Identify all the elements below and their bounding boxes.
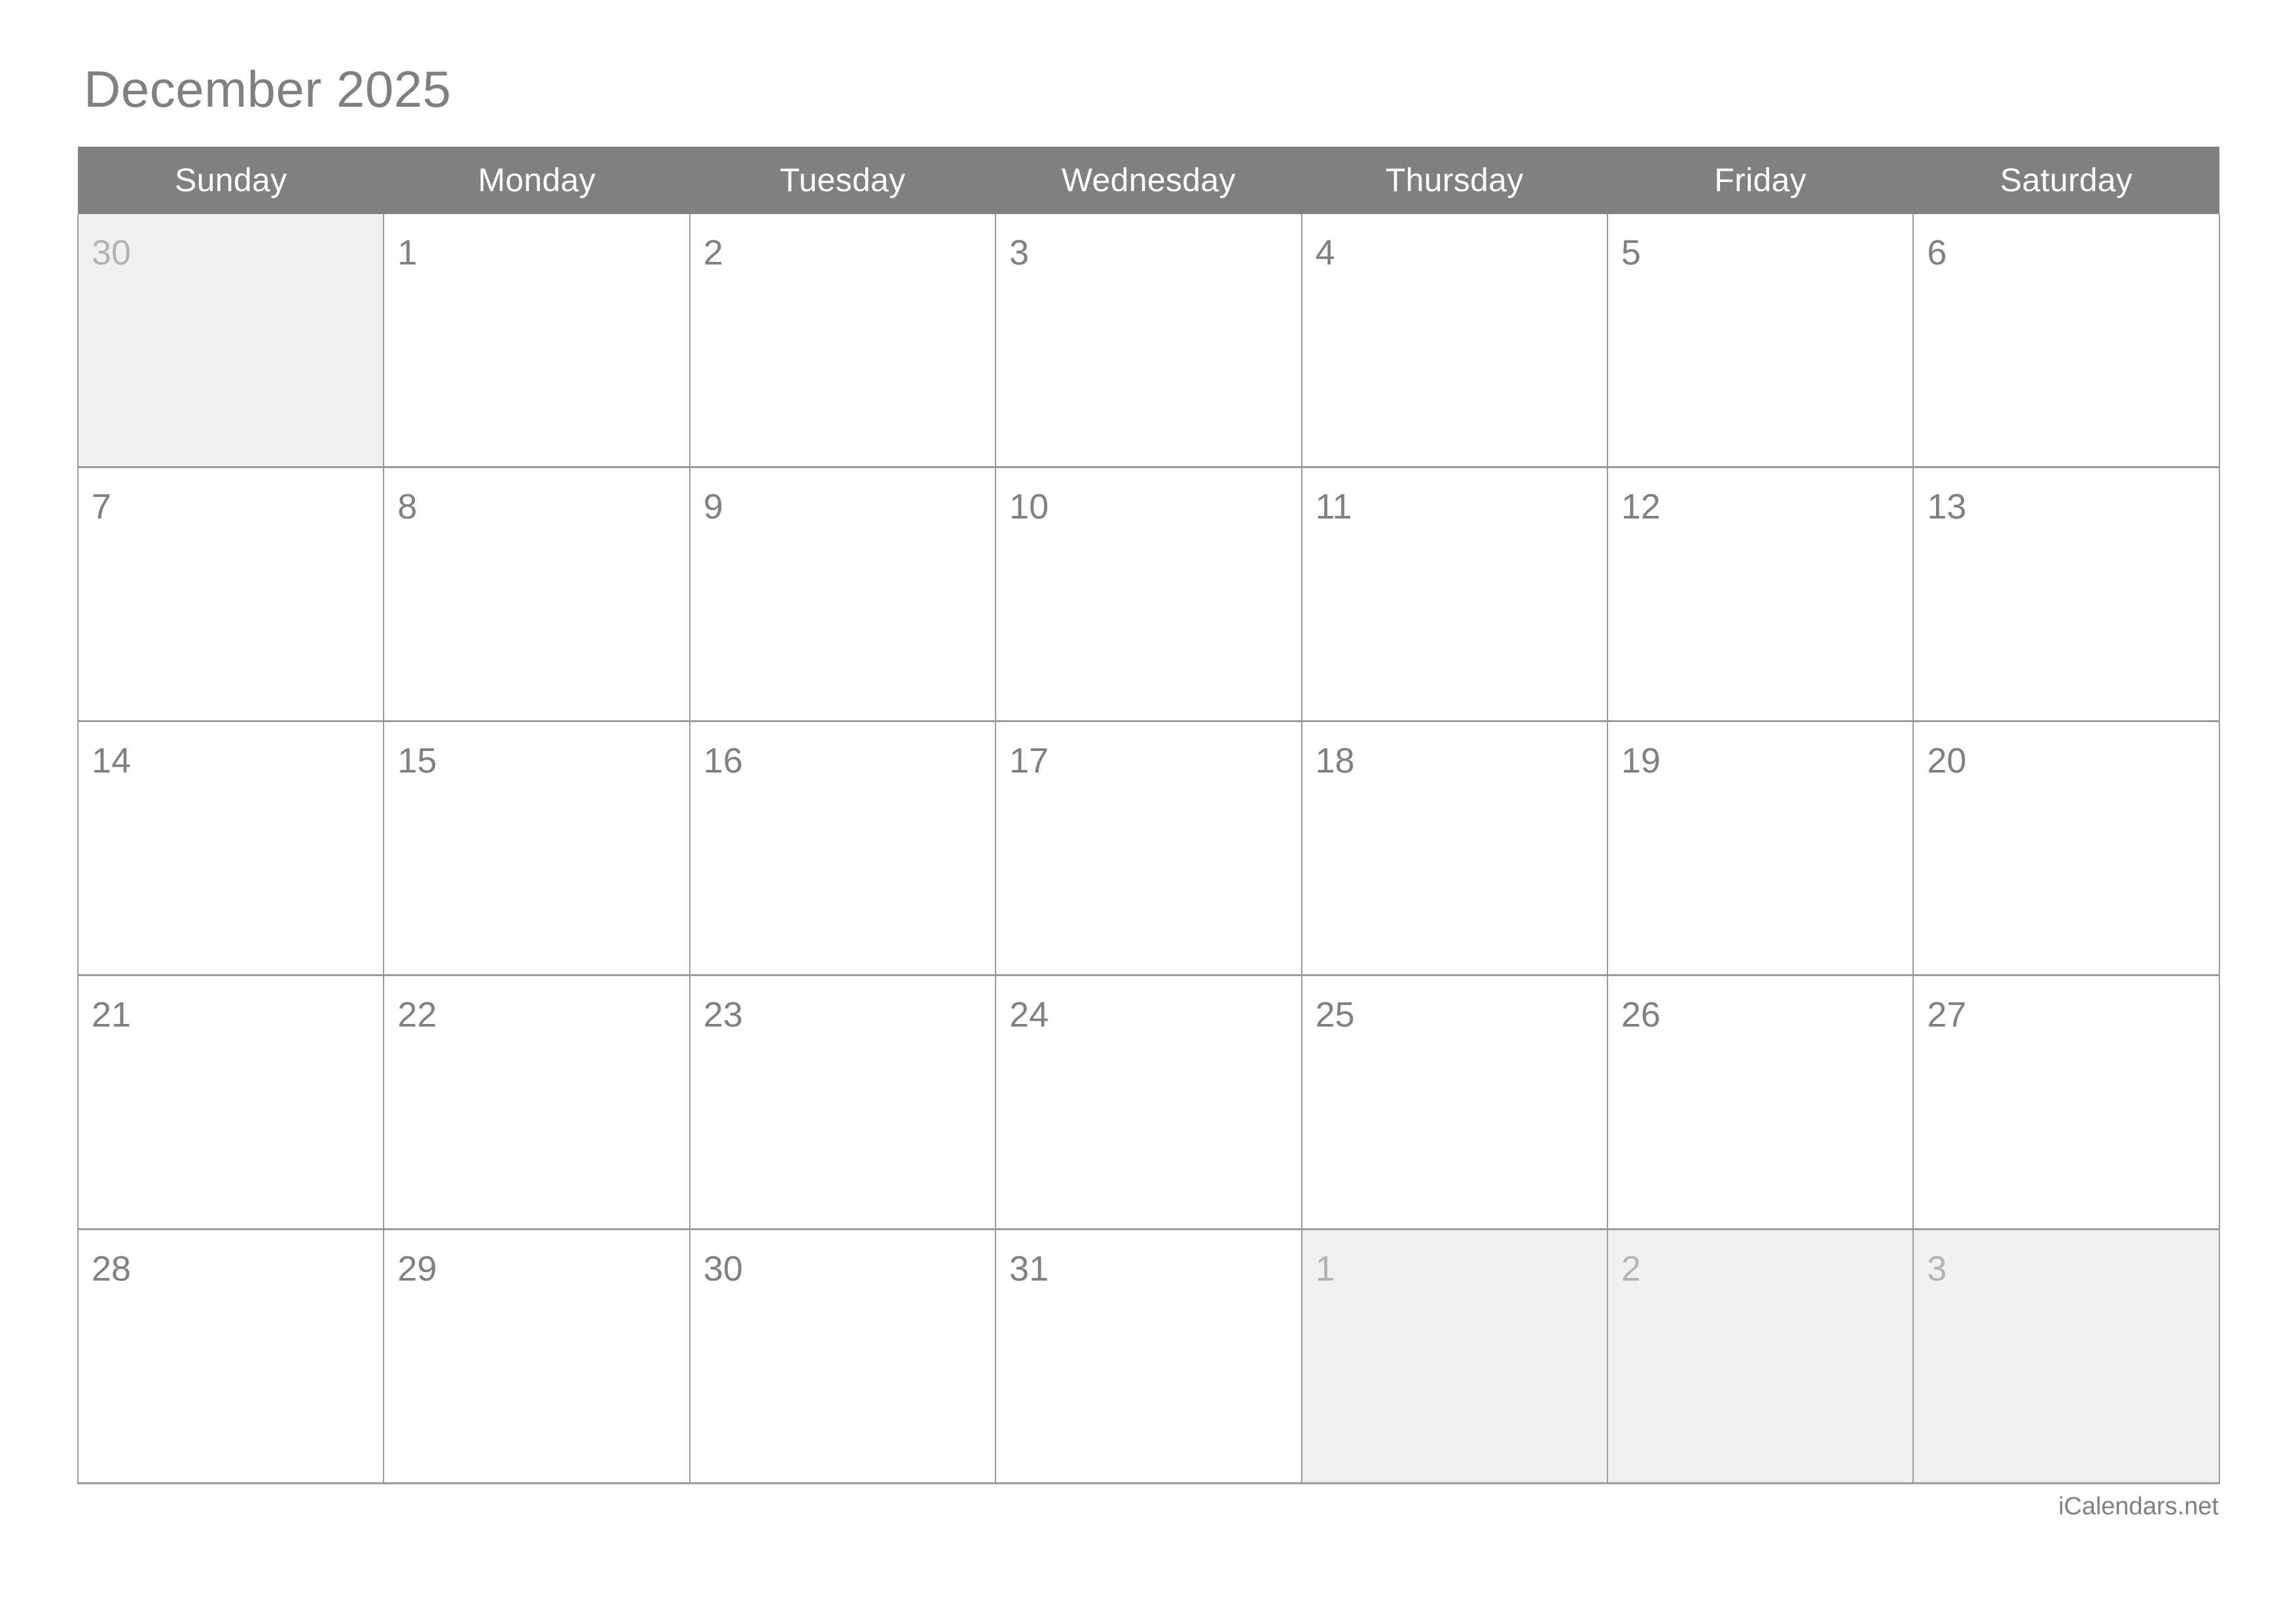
calendar-day-cell[interactable]: 23 (689, 975, 996, 1230)
calendar-day-cell[interactable]: 1 (1300, 1229, 1607, 1484)
day-number: 30 (92, 233, 132, 272)
day-number: 13 (1927, 487, 1967, 526)
day-number: 30 (703, 1249, 743, 1288)
day-number: 17 (1009, 741, 1049, 780)
day-number: 6 (1927, 233, 1947, 272)
calendar-day-cell[interactable]: 14 (77, 721, 384, 976)
day-number: 16 (703, 741, 743, 780)
calendar-body: 30 1 2 3 4 5 6 7 8 9 10 11 12 13 14 15 16 17 18 19 20 21 22 23 2… (77, 214, 2220, 1484)
calendar-week-row: 28 29 30 31 1 2 3 (77, 1229, 2220, 1484)
day-number: 24 (1009, 995, 1049, 1034)
day-number: 2 (1621, 1249, 1641, 1288)
day-number: 3 (1927, 1249, 1947, 1288)
day-number: 19 (1621, 741, 1661, 780)
calendar-day-cell[interactable]: 13 (1912, 467, 2220, 722)
day-number: 26 (1621, 995, 1661, 1034)
page-title: December 2025 (84, 60, 452, 118)
calendar-day-cell[interactable]: 5 (1606, 214, 1914, 468)
calendar-day-cell[interactable]: 24 (995, 975, 1302, 1230)
calendar-day-cell[interactable]: 8 (383, 467, 690, 722)
day-number: 20 (1927, 741, 1967, 780)
day-number: 27 (1927, 995, 1967, 1034)
calendar-day-cell[interactable]: 17 (995, 721, 1302, 976)
calendar-day-cell[interactable]: 9 (689, 467, 996, 722)
calendar-day-cell[interactable]: 12 (1606, 467, 1914, 722)
calendar-day-cell[interactable]: 6 (1912, 214, 2220, 468)
calendar-day-cell[interactable]: 22 (383, 975, 690, 1230)
day-number: 15 (397, 741, 437, 780)
calendar-day-cell[interactable]: 1 (383, 214, 690, 468)
weekday-header-thursday: Thursday (1301, 147, 1607, 214)
calendar-day-cell[interactable]: 2 (1606, 1229, 1914, 1484)
calendar-page: December 2025 Sunday Monday Tuesday Wedn… (0, 0, 2296, 1623)
day-number: 23 (703, 995, 743, 1034)
day-number: 3 (1009, 233, 1030, 272)
day-number: 11 (1315, 487, 1352, 526)
day-number: 25 (1315, 995, 1355, 1034)
weekday-header-saturday: Saturday (1913, 147, 2219, 214)
calendar-day-cell[interactable]: 2 (689, 214, 996, 468)
day-number: 12 (1621, 487, 1661, 526)
calendar-day-cell[interactable]: 31 (995, 1229, 1302, 1484)
calendar-day-cell[interactable]: 29 (383, 1229, 690, 1484)
calendar-day-cell[interactable]: 3 (1912, 1229, 2220, 1484)
day-number: 9 (703, 487, 723, 526)
calendar-table: Sunday Monday Tuesday Wednesday Thursday… (77, 147, 2220, 1484)
day-number: 14 (92, 741, 132, 780)
day-number: 1 (1315, 1249, 1335, 1288)
calendar-day-cell[interactable]: 7 (77, 467, 384, 722)
weekday-header-tuesday: Tuesday (689, 147, 996, 214)
day-number: 1 (397, 233, 418, 272)
calendar-day-cell[interactable]: 30 (689, 1229, 996, 1484)
calendar-day-cell[interactable]: 16 (689, 721, 996, 976)
day-number: 4 (1315, 233, 1335, 272)
calendar-week-row: 30 1 2 3 4 5 6 (77, 214, 2220, 468)
calendar-grid: Sunday Monday Tuesday Wednesday Thursday… (77, 147, 2220, 1484)
calendar-day-cell[interactable]: 30 (77, 214, 384, 468)
calendar-week-row: 7 8 9 10 11 12 13 (77, 467, 2220, 722)
calendar-day-cell[interactable]: 19 (1606, 721, 1914, 976)
attribution-footer: iCalendars.net (2058, 1493, 2219, 1520)
calendar-day-cell[interactable]: 28 (77, 1229, 384, 1484)
day-number: 18 (1315, 741, 1355, 780)
calendar-day-cell[interactable]: 11 (1300, 467, 1607, 722)
calendar-day-cell[interactable]: 20 (1912, 721, 2220, 976)
day-number: 7 (92, 487, 112, 526)
calendar-day-cell[interactable]: 18 (1300, 721, 1607, 976)
day-number: 28 (92, 1249, 132, 1288)
weekday-header-friday: Friday (1607, 147, 1914, 214)
weekday-header-wednesday: Wednesday (996, 147, 1302, 214)
calendar-header-row: Sunday Monday Tuesday Wednesday Thursday… (78, 147, 2219, 214)
calendar-day-cell[interactable]: 15 (383, 721, 690, 976)
calendar-week-row: 21 22 23 24 25 26 27 (77, 975, 2220, 1230)
calendar-day-cell[interactable]: 27 (1912, 975, 2220, 1230)
day-number: 22 (397, 995, 437, 1034)
day-number: 31 (1009, 1249, 1049, 1288)
calendar-day-cell[interactable]: 4 (1300, 214, 1607, 468)
day-number: 10 (1009, 487, 1049, 526)
day-number: 29 (397, 1249, 437, 1288)
calendar-day-cell[interactable]: 3 (995, 214, 1302, 468)
weekday-header-monday: Monday (384, 147, 690, 214)
calendar-day-cell[interactable]: 21 (77, 975, 384, 1230)
day-number: 8 (397, 487, 418, 526)
day-number: 21 (92, 995, 132, 1034)
calendar-week-row: 14 15 16 17 18 19 20 (77, 721, 2220, 976)
calendar-day-cell[interactable]: 25 (1300, 975, 1607, 1230)
day-number: 5 (1621, 233, 1641, 272)
day-number: 2 (703, 233, 723, 272)
weekday-header-sunday: Sunday (78, 147, 384, 214)
calendar-day-cell[interactable]: 26 (1606, 975, 1914, 1230)
calendar-day-cell[interactable]: 10 (995, 467, 1302, 722)
